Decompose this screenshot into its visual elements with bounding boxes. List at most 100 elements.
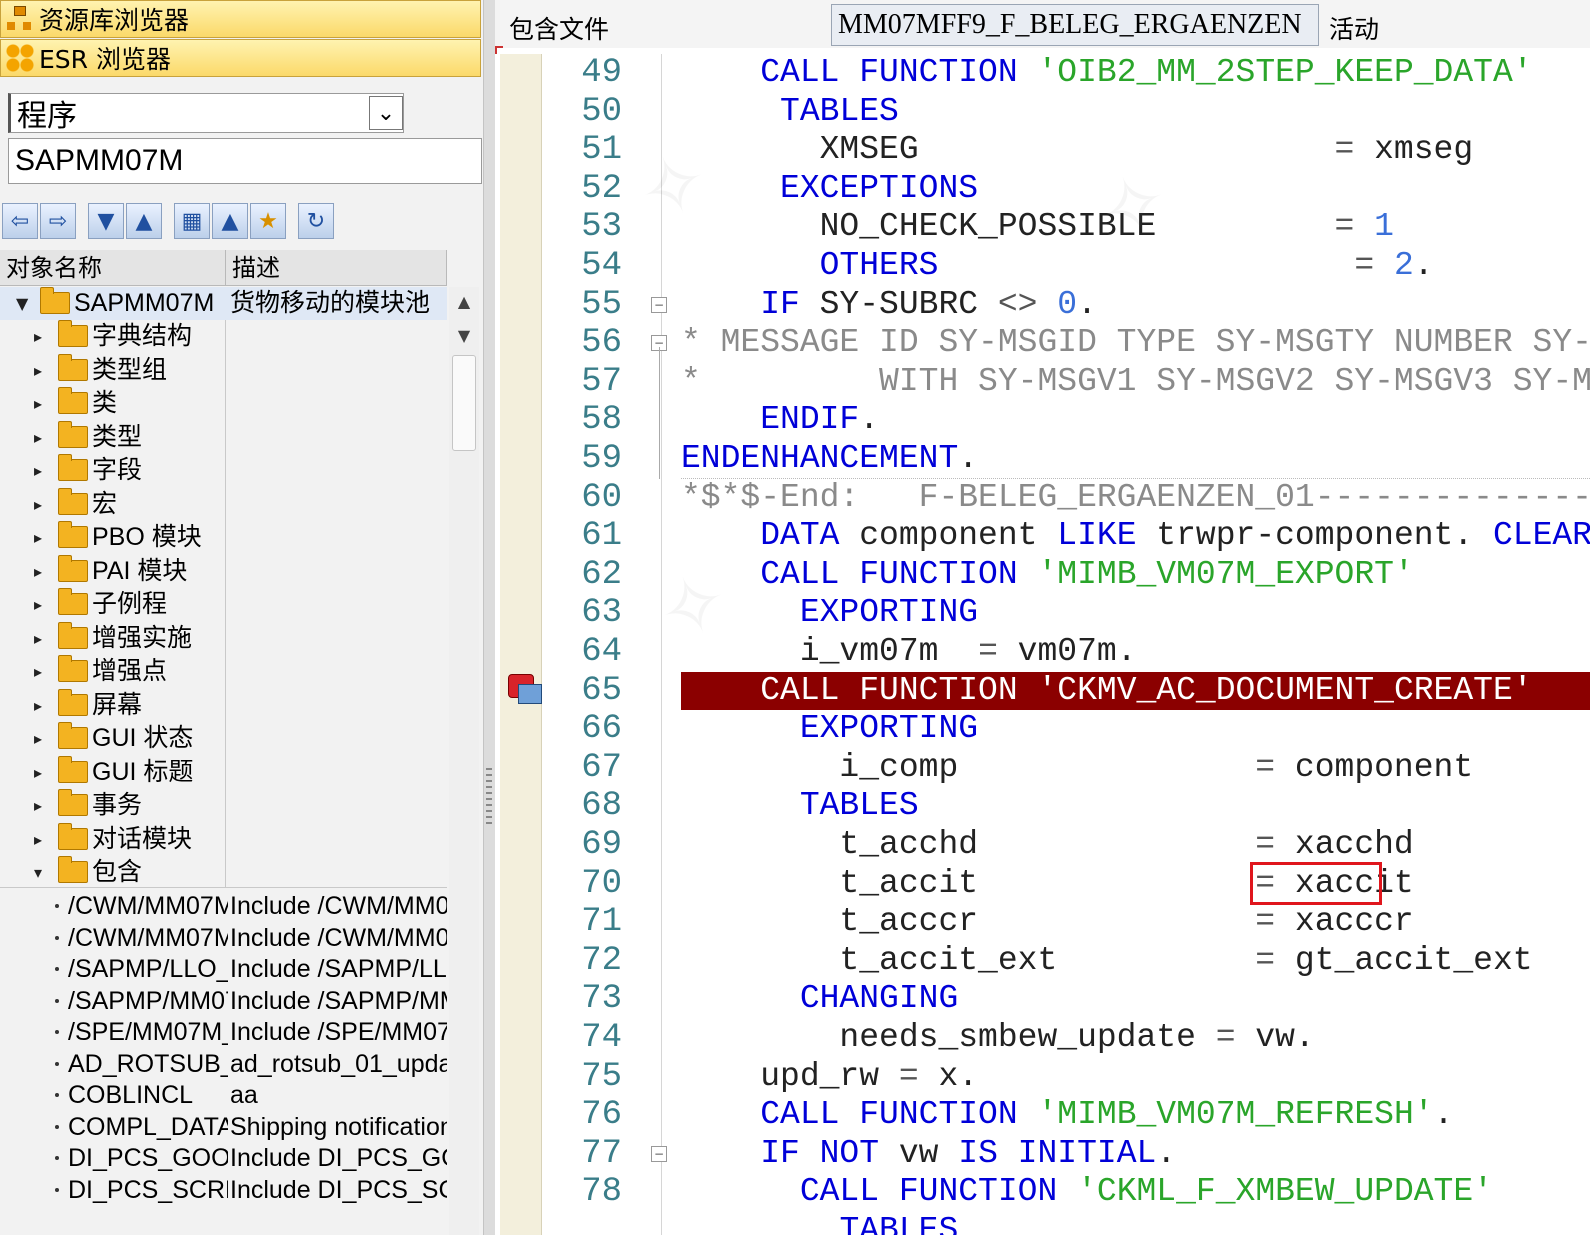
repository-browser-button[interactable]: 资源库浏览器 bbox=[0, 0, 481, 38]
include-item[interactable]: /SAPMP/LLO_ Include /SAPMP/LL bbox=[0, 953, 447, 986]
tree-scrollbar[interactable]: ▲ ▼ bbox=[449, 287, 479, 1235]
column-description[interactable]: 描述 bbox=[226, 250, 447, 285]
expand-arrow-icon[interactable]: ▸ bbox=[34, 555, 42, 588]
code-line: DATA component LIKE trwpr-component. CLE… bbox=[760, 517, 1590, 555]
include-desc: ad_rotsub_01_upda bbox=[230, 1050, 447, 1078]
tree-folder[interactable]: ▸ PAI 模块 bbox=[0, 555, 447, 588]
breakpoint-icon[interactable] bbox=[508, 672, 542, 706]
line-number: 69 bbox=[581, 826, 622, 864]
expand-arrow-icon[interactable]: ▸ bbox=[34, 655, 42, 688]
expand-arrow-icon[interactable]: ▼ bbox=[16, 287, 28, 320]
tree-folder[interactable]: ▸ 类 bbox=[0, 387, 447, 420]
tree-node-label: 事务 bbox=[92, 791, 143, 819]
folder-icon bbox=[58, 789, 88, 816]
refresh-icon[interactable]: ↻ bbox=[298, 203, 334, 239]
line-number: 65 bbox=[581, 671, 622, 710]
expand-arrow-icon[interactable]: ▸ bbox=[34, 756, 42, 789]
favorites-icon[interactable]: ★ bbox=[250, 203, 286, 239]
esr-browser-button[interactable]: ESR 浏览器 bbox=[0, 39, 481, 77]
line-number: 74 bbox=[581, 1019, 622, 1057]
tree-folder[interactable]: ▸ 对话模块 bbox=[0, 823, 447, 856]
collapse-icon[interactable]: ▲ bbox=[126, 203, 162, 239]
tree-folder[interactable]: ▸ 屏幕 bbox=[0, 689, 447, 722]
tree-node-label: 子例程 bbox=[92, 590, 168, 618]
bullet-icon bbox=[55, 1062, 59, 1066]
folder-icon bbox=[58, 655, 88, 682]
include-item[interactable]: /SPE/MM07M_ Include /SPE/MM07 bbox=[0, 1016, 447, 1049]
tree-folder[interactable]: ▸ 子例程 bbox=[0, 588, 447, 621]
include-item[interactable]: DI_PCS_GOOI Include DI_PCS_GO bbox=[0, 1142, 447, 1175]
chevron-down-icon[interactable]: ⌄ bbox=[369, 96, 403, 130]
expand-icon[interactable]: ▼ bbox=[88, 203, 124, 239]
include-item[interactable]: /CWM/MM07M Include /CWM/MM0 bbox=[0, 922, 447, 955]
back-icon[interactable]: ⇦ bbox=[2, 203, 38, 239]
where-used-icon[interactable]: ▦ bbox=[174, 203, 210, 239]
include-desc: Include /SAPMP/LL bbox=[230, 955, 447, 983]
expand-arrow-icon[interactable]: ▸ bbox=[34, 521, 42, 554]
object-type-select[interactable]: 程序 ⌄ bbox=[8, 93, 404, 134]
breakpoint-gutter[interactable] bbox=[500, 54, 542, 1235]
include-item[interactable]: AD_ROTSUB_ ad_rotsub_01_upda bbox=[0, 1048, 447, 1081]
scroll-down-icon[interactable]: ▼ bbox=[449, 321, 479, 351]
expand-arrow-icon[interactable]: ▸ bbox=[34, 354, 42, 387]
expand-arrow-icon[interactable]: ▸ bbox=[34, 689, 42, 722]
tree-folder[interactable]: ▸ 事务 bbox=[0, 789, 447, 822]
expand-arrow-icon[interactable]: ▸ bbox=[34, 421, 42, 454]
line-number: 59 bbox=[581, 440, 622, 478]
include-item[interactable]: COBLINCL aa bbox=[0, 1079, 447, 1112]
line-number: 53 bbox=[581, 208, 622, 247]
code-line: NO_CHECK_POSSIBLE = 1 bbox=[681, 208, 1394, 246]
code-line: IF SY-SUBRC <> 0. bbox=[760, 285, 1097, 323]
hierarchy-icon[interactable]: ▲ bbox=[212, 203, 248, 239]
scroll-up-icon[interactable]: ▲ bbox=[449, 287, 479, 317]
expand-arrow-icon[interactable]: ▸ bbox=[34, 823, 42, 856]
expand-arrow-icon[interactable]: ▸ bbox=[34, 622, 42, 655]
object-name-field[interactable]: SAPMM07M bbox=[8, 138, 482, 184]
code-area[interactable]: CALL FUNCTION 'OIB2_MM_2STEP_KEEP_DATA' … bbox=[681, 54, 1590, 1235]
include-name: DI_PCS_GOOI bbox=[68, 1144, 228, 1172]
code-line: CHANGING bbox=[799, 980, 959, 1018]
folder-icon bbox=[58, 622, 88, 649]
expand-arrow-icon[interactable]: ▸ bbox=[34, 320, 42, 353]
tree-folder[interactable]: ▸ 类型 bbox=[0, 421, 447, 454]
fold-toggle-icon[interactable]: − bbox=[651, 296, 667, 313]
tree-root[interactable]: ▼ SAPMM07M 货物移动的模块池 bbox=[0, 287, 447, 320]
code-line: ENDIF. bbox=[760, 401, 880, 439]
expand-arrow-icon[interactable]: ▸ bbox=[34, 722, 42, 755]
expand-arrow-icon[interactable]: ▸ bbox=[34, 454, 42, 487]
tree-folder[interactable]: ▸ 增强点 bbox=[0, 655, 447, 688]
tree-folder[interactable]: ▸ 字段 bbox=[0, 454, 447, 487]
expand-arrow-icon[interactable]: ▸ bbox=[34, 387, 42, 420]
fold-line bbox=[659, 385, 660, 479]
line-number: 62 bbox=[581, 555, 622, 594]
include-item[interactable]: /SAPMP/MM07 Include /SAPMP/MM bbox=[0, 985, 447, 1018]
tree-folder[interactable]: ▸ 宏 bbox=[0, 488, 447, 521]
expand-arrow-icon[interactable]: ▾ bbox=[34, 856, 42, 889]
include-item[interactable]: COMPL_DATA Shipping notification bbox=[0, 1111, 447, 1144]
fold-toggle-icon[interactable]: − bbox=[651, 1145, 667, 1162]
include-name-field[interactable]: MM07MFF9_F_BELEG_ERGAENZEN bbox=[831, 4, 1319, 46]
code-line-highlighted: CALL FUNCTION 'CKMV_AC_DOCUMENT_CREATE' bbox=[681, 671, 1590, 711]
tree-folder[interactable]: ▸ GUI 状态 bbox=[0, 722, 447, 755]
tree-folder[interactable]: ▸ GUI 标题 bbox=[0, 756, 447, 789]
splitter-grip-icon[interactable] bbox=[486, 768, 492, 824]
bullet-icon bbox=[55, 1125, 59, 1129]
code-line: t_acccr = xacccr bbox=[681, 903, 1414, 941]
scroll-thumb[interactable] bbox=[452, 355, 476, 451]
tree-node-label: PBO 模块 bbox=[92, 523, 202, 551]
line-number: 57 bbox=[581, 362, 622, 401]
tree-folder[interactable]: ▾ 包含 bbox=[0, 856, 447, 889]
column-object-name[interactable]: 对象名称 bbox=[0, 250, 226, 285]
panel-splitter[interactable] bbox=[483, 0, 495, 1235]
tree-folder[interactable]: ▸ 类型组 bbox=[0, 354, 447, 387]
include-item[interactable]: /CWM/MM07M Include /CWM/MM0 bbox=[0, 890, 447, 923]
expand-arrow-icon[interactable]: ▸ bbox=[34, 488, 42, 521]
forward-icon[interactable]: ⇨ bbox=[40, 203, 76, 239]
expand-arrow-icon[interactable]: ▸ bbox=[34, 588, 42, 621]
expand-arrow-icon[interactable]: ▸ bbox=[34, 789, 42, 822]
include-item[interactable]: DI_PCS_SCRE Include DI_PCS_SC bbox=[0, 1174, 447, 1207]
tree-folder[interactable]: ▸ 增强实施 bbox=[0, 622, 447, 655]
tree-folder[interactable]: ▸ 字典结构 bbox=[0, 320, 447, 353]
tree-folder[interactable]: ▸ PBO 模块 bbox=[0, 521, 447, 554]
tree-node-label: 字段 bbox=[92, 456, 143, 484]
